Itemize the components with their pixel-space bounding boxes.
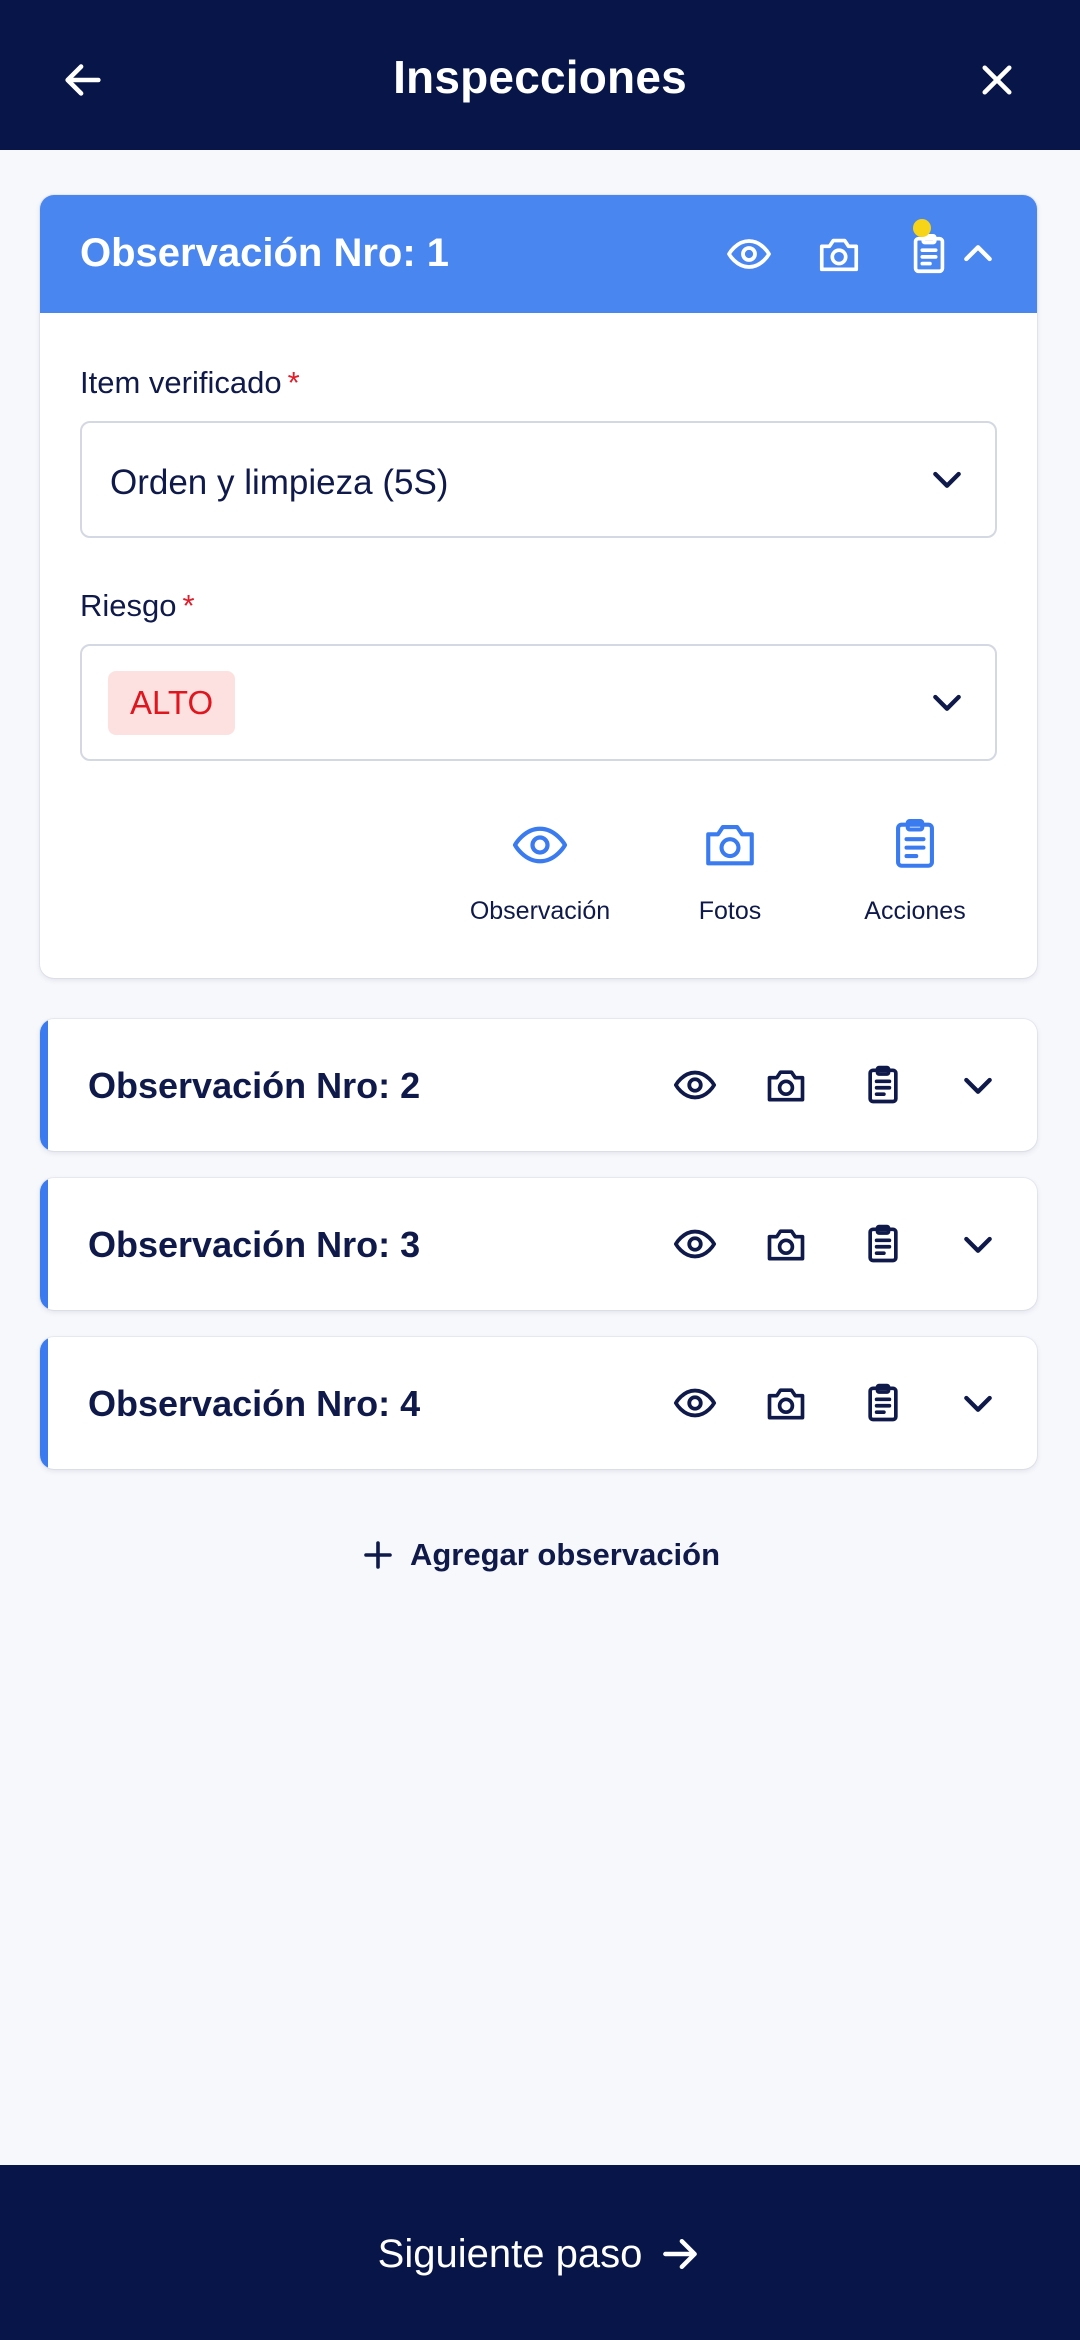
eye-icon (727, 239, 771, 269)
chevron-down-icon (964, 1236, 992, 1253)
chevron-down-icon (933, 694, 961, 711)
clipboard-icon (868, 1383, 898, 1422)
chevron-down-icon (964, 1395, 992, 1412)
card-observation-button[interactable] (663, 1212, 727, 1276)
chevron-down-icon (964, 1077, 992, 1094)
header-photos-button[interactable] (807, 222, 871, 286)
item-verificado-value: Orden y limpieza (5S) (110, 463, 449, 502)
camera-icon (767, 1388, 805, 1420)
observation-card-3[interactable]: Observación Nro: 3 (40, 1178, 1037, 1310)
risk-badge: ALTO (108, 671, 236, 735)
observation-card-4[interactable]: Observación Nro: 4 (40, 1337, 1037, 1469)
clipboard-icon (868, 1065, 898, 1104)
observation-title: Observación Nro: 4 (88, 1383, 421, 1424)
item-label-text: Item verificado (80, 365, 282, 400)
required-mark: * (182, 588, 195, 623)
riesgo-select[interactable]: ALTO (80, 644, 997, 761)
card-accent-bar (40, 1178, 48, 1310)
observation-card-2[interactable]: Observación Nro: 2 (40, 1019, 1037, 1151)
eye-icon (673, 1388, 717, 1418)
expand-button[interactable] (946, 1371, 1010, 1435)
header-observation-button[interactable] (717, 222, 781, 286)
observation-card-1: Observación Nro: 1 Item verificado * Orde… (40, 195, 1037, 978)
next-step-button[interactable]: Siguiente paso (0, 2230, 1080, 2277)
add-observation-button[interactable]: Agregar observación (0, 1535, 1080, 1573)
camera-icon (819, 238, 859, 272)
bottom-bar: Siguiente paso (0, 2165, 1080, 2340)
action-fotos[interactable]: Fotos (675, 815, 785, 926)
expand-button[interactable] (946, 1212, 1010, 1276)
card-accent-bar (40, 1337, 48, 1469)
close-button[interactable] (962, 45, 1032, 115)
observation-title: Observación Nro: 1 (80, 231, 450, 275)
item-verificado-label: Item verificado * (80, 365, 300, 401)
card-photos-button[interactable] (754, 1053, 818, 1117)
next-step-label: Siguiente paso (377, 2231, 643, 2276)
plus-icon (364, 1541, 392, 1569)
clipboard-icon (868, 1224, 898, 1263)
arrow-right-icon (663, 2239, 698, 2270)
action-label: Acciones (864, 897, 966, 925)
camera-icon (706, 825, 754, 866)
item-verificado-select[interactable]: Orden y limpieza (5S) (80, 421, 997, 538)
card-photos-button[interactable] (754, 1371, 818, 1435)
action-observacion[interactable]: Observación (465, 815, 615, 926)
expand-button[interactable] (946, 1053, 1010, 1117)
card-actions-button[interactable] (851, 1053, 915, 1117)
observation-title: Observación Nro: 2 (88, 1065, 421, 1106)
clipboard-icon (896, 818, 934, 868)
observation-title: Observación Nro: 3 (88, 1224, 421, 1265)
card-actions-button[interactable] (851, 1371, 915, 1435)
action-label: Observación (469, 897, 611, 925)
required-mark: * (287, 365, 300, 400)
action-label: Fotos (698, 897, 762, 925)
risk-label-text: Riesgo (80, 588, 177, 623)
close-icon (982, 65, 1012, 95)
camera-icon (767, 1070, 805, 1102)
page-title: Inspecciones (393, 51, 687, 103)
card-accent-bar (40, 1019, 48, 1151)
action-acciones[interactable]: Acciones (850, 815, 980, 926)
collapse-button[interactable] (946, 222, 1010, 286)
card-actions-button[interactable] (851, 1212, 915, 1276)
eye-icon (673, 1070, 717, 1100)
notification-dot (913, 219, 931, 237)
eye-icon (512, 826, 568, 864)
eye-icon (673, 1229, 717, 1259)
card-observation-button[interactable] (663, 1053, 727, 1117)
riesgo-label: Riesgo * (80, 588, 195, 624)
card-observation-button[interactable] (663, 1371, 727, 1435)
chevron-down-icon (933, 471, 961, 488)
camera-icon (767, 1229, 805, 1261)
chevron-up-icon (964, 245, 992, 262)
add-observation-label: Agregar observación (409, 1536, 721, 1572)
top-app-bar: Inspecciones (0, 0, 1080, 150)
card-photos-button[interactable] (754, 1212, 818, 1276)
observation-card-1-header[interactable]: Observación Nro: 1 (40, 195, 1037, 313)
